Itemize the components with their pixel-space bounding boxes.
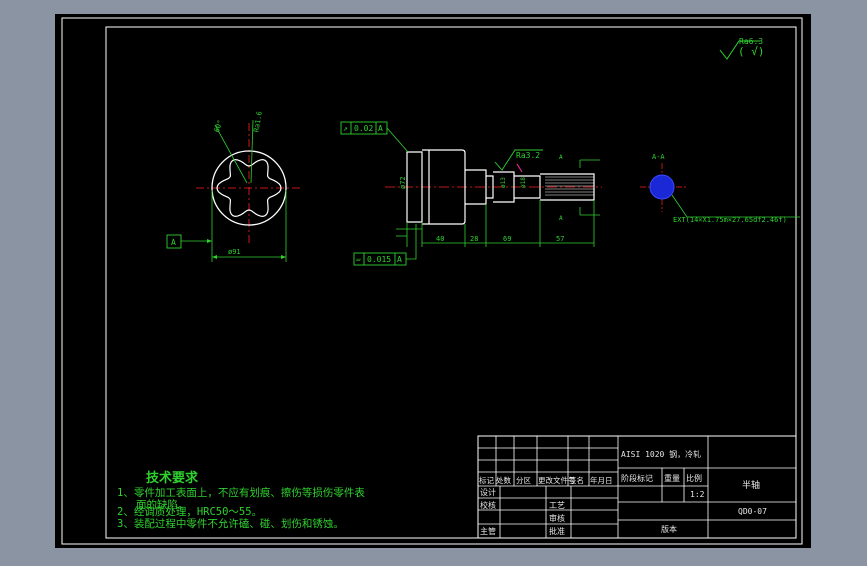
tb-role-process: 工艺	[549, 501, 565, 510]
tb-h-date: 年月日	[590, 475, 613, 485]
spline-spec-label: EXT(14×X1.75m×27.65df2.46f)	[673, 216, 787, 224]
tech-item-1: 1、零件加工表面上，不应有划痕、擦伤等损伤零件表	[117, 486, 365, 499]
tb-part-name: 半轴	[742, 479, 760, 491]
tb-h-sign: 签名	[569, 475, 584, 485]
section-title: A-A	[652, 153, 665, 161]
dim-dia-72: ø72	[399, 176, 407, 189]
drawing-canvas[interactable]: Ra6.3 ( √) 60° Ra1.6 ø91 A Ra3.2 ↗ 0.02 …	[0, 0, 867, 562]
tb-drawing-no: QD0-07	[738, 507, 767, 516]
tb-scale: 1:2	[690, 490, 705, 499]
tb-role-design: 设计	[480, 487, 496, 497]
tb-role-check: 校核	[480, 500, 496, 510]
end-view-dia-label: ø91	[228, 248, 241, 256]
flatness-datum: A	[397, 255, 402, 264]
tb-weight: 重量	[664, 473, 680, 483]
tech-item-2: 2、经调质处理，HRC50～55。	[117, 505, 262, 518]
tb-stage: 阶段标记	[621, 473, 653, 483]
datum-a-label: A	[171, 238, 176, 247]
tb-h-zone: 分区	[516, 476, 531, 485]
dim-dia-18: ø18	[520, 177, 527, 188]
section-mark-bottom: A	[559, 215, 563, 222]
runout-datum: A	[378, 124, 383, 133]
dim-dia-13: ø13	[500, 177, 507, 188]
tech-title: 技术要求	[146, 470, 199, 486]
dim-40: 40	[436, 235, 444, 243]
section-mark-top: A	[559, 154, 563, 161]
flatness-value: 0.015	[367, 255, 391, 264]
tb-role-chief: 主管	[480, 526, 496, 536]
global-roughness-suffix: ( √)	[738, 45, 765, 58]
tech-item-3: 3、装配过程中零件不允许磕、碰、划伤和锈蚀。	[117, 517, 344, 530]
tb-version: 版本	[661, 524, 677, 534]
svg-text:▱: ▱	[356, 255, 361, 264]
dim-57: 57	[556, 235, 564, 243]
tb-role-approve: 批准	[549, 526, 565, 536]
spline-lines	[545, 176, 594, 196]
tb-role-review: 审核	[549, 513, 565, 523]
tb-h-count: 处数	[496, 475, 511, 485]
local-roughness-label: Ra3.2	[516, 151, 540, 160]
runout-value: 0.02	[354, 124, 373, 133]
dim-69: 69	[503, 235, 511, 243]
spline-section-disc	[649, 174, 675, 200]
tb-h-mark: 标记	[479, 475, 494, 485]
svg-text:↗: ↗	[343, 124, 348, 133]
cad-drawing-window: Ra6.3 ( √) 60° Ra1.6 ø91 A Ra3.2 ↗ 0.02 …	[0, 0, 867, 562]
tb-material: AISI 1020 钢，冷轧	[621, 449, 701, 459]
dim-28: 28	[470, 235, 478, 243]
tb-scale-h: 比例	[686, 473, 702, 483]
